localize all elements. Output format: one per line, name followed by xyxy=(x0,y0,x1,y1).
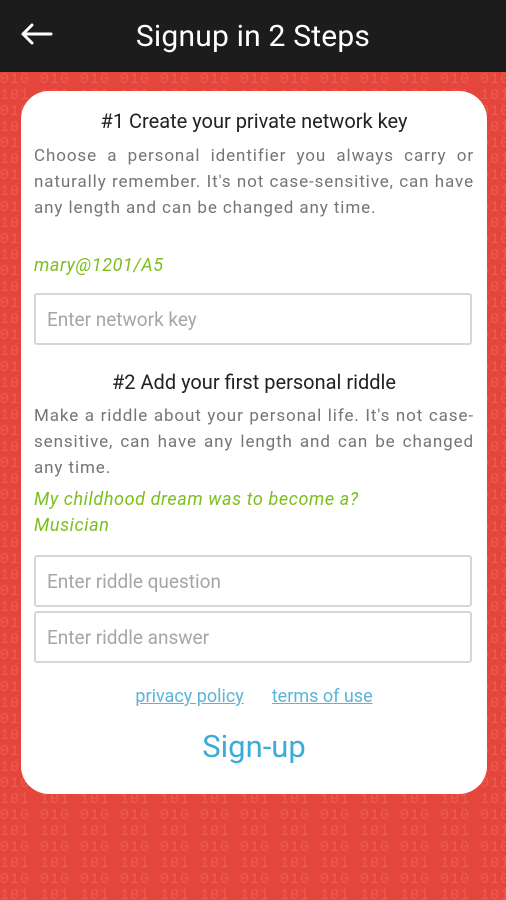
step2-description: Make a riddle about your personal life. … xyxy=(34,406,474,478)
network-key-input[interactable] xyxy=(34,293,472,345)
signup-button[interactable]: Sign-up xyxy=(154,723,354,769)
step2-heading: #2 Add your first personal riddle xyxy=(111,370,396,394)
legal-links: privacy policy terms of use xyxy=(21,686,487,707)
riddle-example-answer: Musician xyxy=(34,515,110,536)
terms-of-use-link[interactable]: terms of use xyxy=(272,686,373,707)
riddle-question-input[interactable] xyxy=(34,555,472,607)
network-key-example: mary@1201/A5 xyxy=(34,255,164,276)
back-button[interactable] xyxy=(12,13,60,59)
arrow-left-icon xyxy=(19,22,53,50)
privacy-policy-link[interactable]: privacy policy xyxy=(135,686,243,707)
step1-heading: #1 Create your private network key xyxy=(100,109,408,133)
step1-description: Choose a personal identifier you always … xyxy=(34,146,474,218)
riddle-answer-input[interactable] xyxy=(34,611,472,663)
app-header: Signup in 2 Steps xyxy=(0,0,506,72)
signup-card: #1 Create your private network key Choos… xyxy=(21,91,487,794)
page-title: Signup in 2 Steps xyxy=(135,18,371,54)
riddle-example-question: My childhood dream was to become a? xyxy=(34,489,359,510)
